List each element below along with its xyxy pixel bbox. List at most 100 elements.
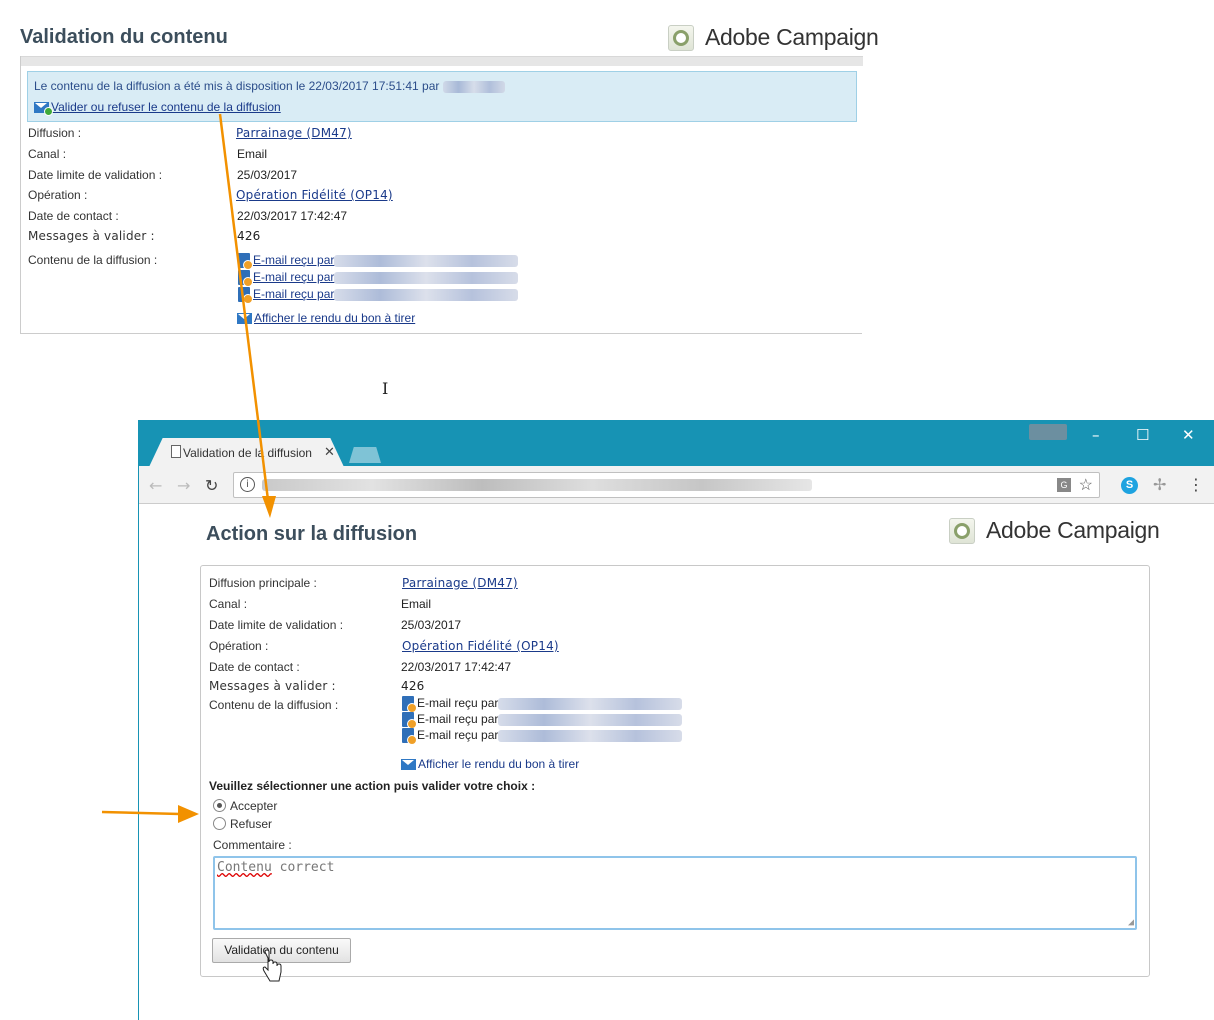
reject-radio[interactable] [213, 817, 226, 830]
contenu-label: Contenu de la diffusion : [209, 698, 339, 712]
top-title: Validation du contenu [20, 26, 228, 48]
validate-content-button[interactable]: Validation du contenu [212, 938, 351, 963]
extension-icon[interactable]: ✢ [1153, 475, 1166, 494]
new-tab-button[interactable] [349, 447, 381, 463]
date-contact-value: 22/03/2017 17:42:47 [237, 209, 348, 223]
page-icon [171, 445, 181, 458]
tab-title: Validation de la diffusion [183, 446, 312, 460]
canal-value: Email [237, 147, 268, 161]
info-icon[interactable]: i [240, 477, 255, 492]
redacted-user [442, 80, 505, 93]
diffusion-link[interactable]: Parrainage (DM47) [402, 576, 518, 590]
brand-name: Adobe Campaign [705, 24, 879, 50]
date-limite-label: Date limite de validation : [28, 168, 163, 182]
resize-grip-icon[interactable]: ◢ [1128, 917, 1134, 928]
redacted-email [498, 729, 683, 742]
canal-label: Canal : [28, 147, 67, 161]
action-prompt: Veuillez sélectionner une action puis va… [209, 779, 536, 793]
close-window-button[interactable]: ✕ [1182, 426, 1195, 444]
date-limite-value: 25/03/2017 [401, 618, 462, 632]
render-proof-link[interactable]: Afficher le rendu du bon à tirer [418, 757, 579, 771]
reject-label[interactable]: Refuser [230, 817, 272, 831]
comment-word-misspelled: Contenu [217, 860, 272, 875]
diffusion-link[interactable]: Parrainage (DM47) [236, 126, 352, 140]
proof-item[interactable]: E-mail reçu par [402, 696, 683, 714]
email-icon [237, 313, 252, 325]
bookmark-star-icon[interactable]: ☆ [1079, 475, 1093, 495]
proof-file-icon [238, 253, 253, 271]
date-limite-label: Date limite de validation : [209, 618, 344, 632]
date-contact-label: Date de contact : [209, 660, 300, 674]
proof-file-icon [238, 287, 253, 305]
proof-item[interactable]: E-mail reçu par [402, 728, 683, 746]
proof-file-icon [402, 696, 417, 714]
email-check-icon [34, 101, 53, 116]
skype-icon[interactable]: S [1121, 477, 1138, 494]
render-proof-row[interactable]: Afficher le rendu du bon à tirer [237, 311, 415, 325]
redacted-email [334, 254, 519, 267]
proof-link[interactable]: E-mail reçu par [253, 253, 334, 267]
diffusion-label: Diffusion : [28, 126, 82, 140]
proof-text[interactable]: E-mail reçu par [417, 712, 498, 726]
redacted-email [498, 713, 683, 726]
proof-item[interactable]: E-mail reçu par [238, 287, 519, 305]
operation-link[interactable]: Opération Fidélité (OP14) [236, 188, 393, 202]
profile-avatar[interactable] [1029, 424, 1067, 440]
messages-label: Messages à valider : [209, 679, 336, 693]
availability-notice: Le contenu de la diffusion a été mis à d… [27, 71, 857, 122]
proof-item[interactable]: E-mail reçu par [238, 253, 519, 271]
redacted-email [498, 697, 683, 710]
render-proof-row[interactable]: Afficher le rendu du bon à tirer [401, 757, 579, 771]
validate-or-reject-link[interactable]: Valider ou refuser le contenu de la diff… [51, 100, 281, 114]
adobe-campaign-logo-icon [949, 517, 975, 544]
forward-arrow-icon[interactable]: → [177, 476, 190, 495]
browser-titlebar: Validation de la diffusion ✕ – ☐ ✕ [139, 420, 1214, 467]
operation-label: Opération : [28, 188, 88, 202]
proof-file-icon [238, 270, 253, 288]
proof-item[interactable]: E-mail reçu par [402, 712, 683, 730]
address-bar[interactable]: i G ☆ [233, 472, 1100, 498]
reload-icon[interactable]: ↻ [205, 476, 218, 495]
redacted-email [334, 271, 519, 284]
browser-toolbar: ← → ↻ i G ☆ S ✢ ⋮ [139, 466, 1214, 504]
accept-radio[interactable] [213, 799, 226, 812]
date-limite-value: 25/03/2017 [237, 168, 298, 182]
proof-link[interactable]: E-mail reçu par [253, 270, 334, 284]
translate-icon[interactable]: G [1057, 478, 1071, 492]
diffusion-label: Diffusion principale : [209, 576, 317, 590]
browser-menu-icon[interactable]: ⋮ [1188, 475, 1204, 494]
date-contact-label: Date de contact : [28, 209, 119, 223]
notice-link-row[interactable]: Valider ou refuser le contenu de la diff… [34, 100, 281, 116]
canal-label: Canal : [209, 597, 248, 611]
comment-textarea[interactable]: Contenu correct ◢ [213, 856, 1137, 930]
comment-word: correct [271, 860, 335, 875]
panel-header-strip [21, 56, 863, 66]
back-arrow-icon[interactable]: ← [149, 476, 162, 495]
notice-text: Le contenu de la diffusion a été mis à d… [34, 79, 440, 93]
proof-text[interactable]: E-mail reçu par [417, 728, 498, 742]
operation-link[interactable]: Opération Fidélité (OP14) [402, 639, 559, 653]
messages-label: Messages à valider : [28, 229, 155, 243]
browser-tab[interactable]: Validation de la diffusion ✕ [149, 438, 344, 467]
accept-label[interactable]: Accepter [230, 799, 277, 813]
proof-link[interactable]: E-mail reçu par [253, 287, 334, 301]
email-icon [401, 759, 416, 771]
adobe-campaign-logo-icon [668, 24, 694, 51]
proof-file-icon [402, 728, 417, 746]
canal-value: Email [401, 597, 432, 611]
contenu-label: Contenu de la diffusion : [28, 253, 158, 267]
proof-text[interactable]: E-mail reçu par [417, 696, 498, 710]
page-title: Action sur la diffusion [206, 523, 418, 545]
tab-close-icon[interactable]: ✕ [324, 444, 335, 460]
proof-file-icon [402, 712, 417, 730]
date-contact-value: 22/03/2017 17:42:47 [401, 660, 512, 674]
redacted-url [262, 479, 812, 491]
proof-item[interactable]: E-mail reçu par [238, 270, 519, 288]
messages-value: 426 [401, 679, 425, 693]
maximize-button[interactable]: ☐ [1136, 426, 1149, 444]
adobe-campaign-logo: Adobe Campaign [949, 517, 1160, 544]
text-cursor-icon: I [382, 379, 389, 398]
notice-text-row: Le contenu de la diffusion a été mis à d… [34, 79, 505, 93]
minimize-button[interactable]: – [1092, 426, 1100, 444]
render-proof-link[interactable]: Afficher le rendu du bon à tirer [254, 311, 415, 325]
